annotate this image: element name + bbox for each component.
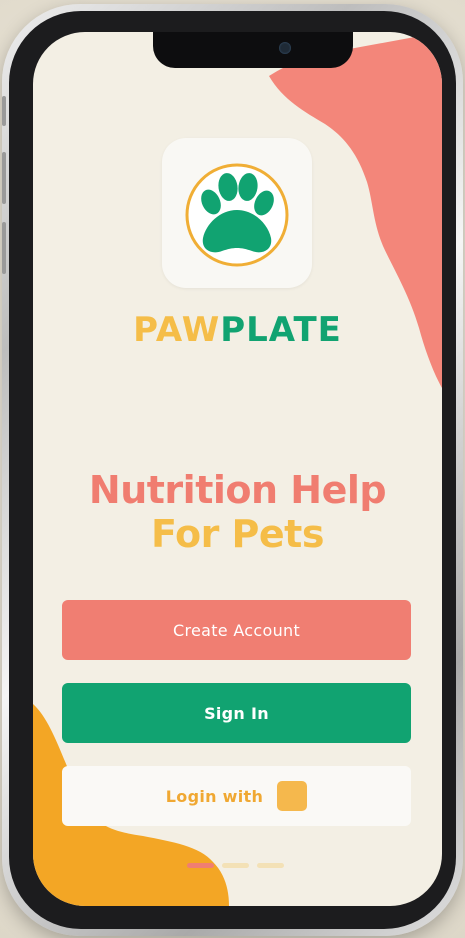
brand-word-paw: PAW	[133, 310, 221, 350]
create-account-button[interactable]: Create Account	[62, 600, 411, 660]
page-indicator	[187, 863, 284, 868]
brand-wordmark: PAWPLATE	[33, 310, 442, 350]
volume-up-button	[2, 152, 6, 204]
front-camera	[279, 42, 291, 54]
page-dot-3[interactable]	[257, 863, 284, 868]
page-dot-1[interactable]	[187, 863, 214, 868]
create-account-label: Create Account	[172, 620, 301, 640]
app-logo-tile	[162, 138, 312, 288]
sign-in-label: Sign In	[204, 703, 269, 723]
volume-down-button	[2, 222, 6, 274]
page-dot-2[interactable]	[222, 863, 249, 868]
app-screen: PAWPLATE Nutrition Help For Pets Create …	[33, 32, 442, 906]
device-mockup: PAWPLATE Nutrition Help For Pets Create …	[0, 0, 465, 938]
mute-switch	[2, 96, 6, 126]
headline-line-2: For Pets	[151, 512, 324, 556]
sign-in-button[interactable]: Sign In	[62, 683, 411, 743]
headline-line-1: Nutrition Help	[88, 468, 387, 512]
login-with-button[interactable]: Login with	[62, 766, 411, 826]
provider-logo-icon	[277, 781, 308, 811]
brand-word-plate: PLATE	[220, 310, 342, 350]
notch	[153, 32, 353, 68]
login-with-label: Login with	[165, 786, 264, 806]
paw-print-icon	[185, 163, 289, 267]
